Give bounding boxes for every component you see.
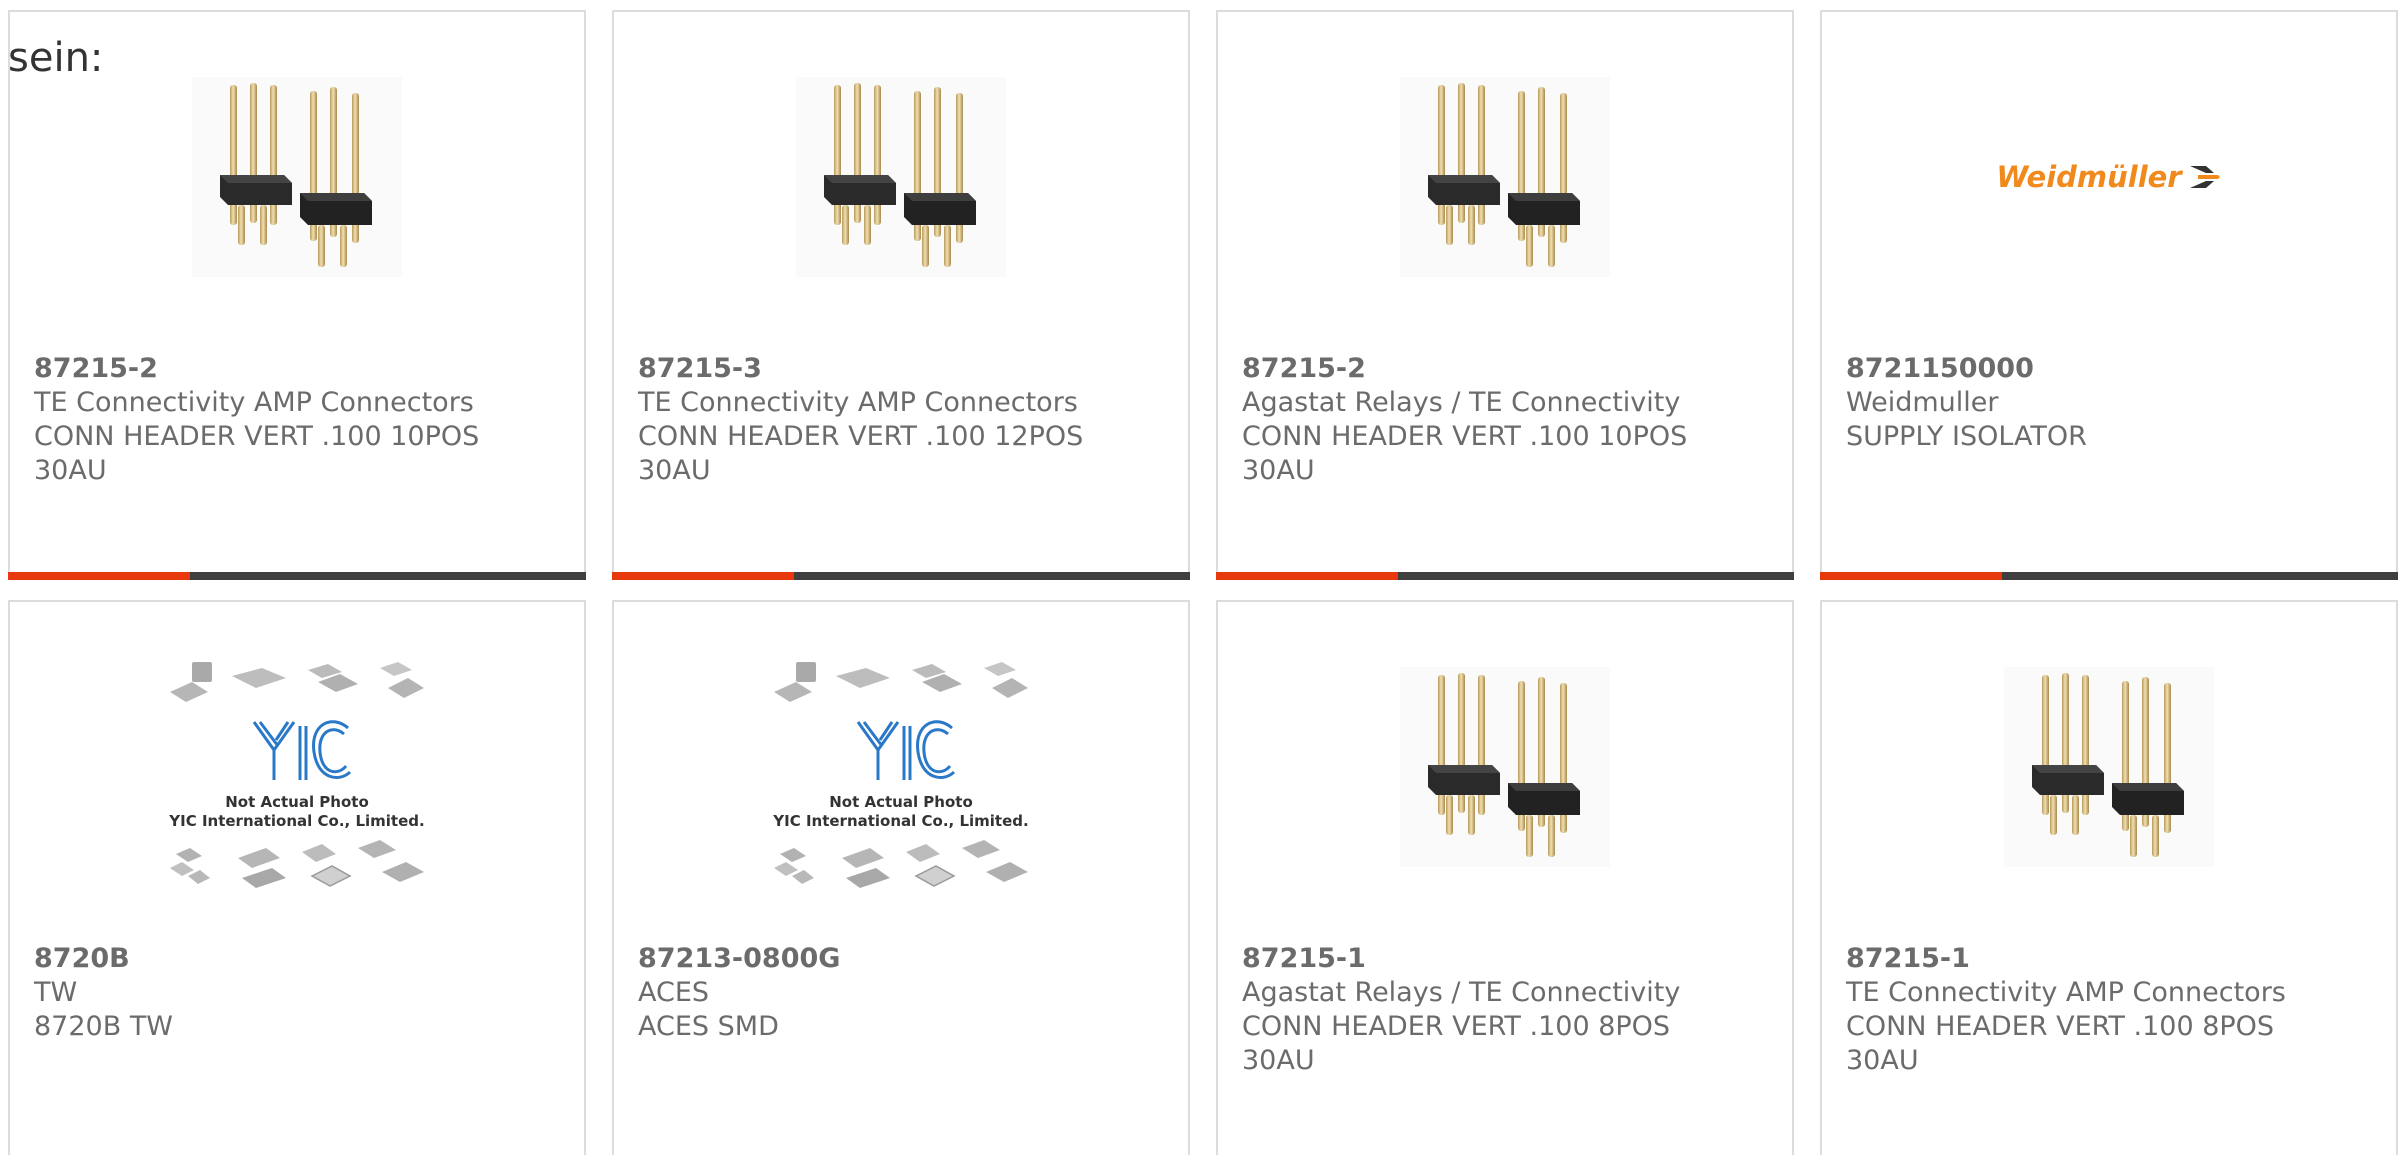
product-image[interactable] xyxy=(614,12,1188,342)
product-card[interactable]: 87215-3 TE Connectivity AMP Connectors C… xyxy=(612,10,1190,580)
description-cont: 30AU xyxy=(1242,1045,1315,1076)
description: SUPPLY ISOLATOR xyxy=(1846,421,2087,452)
card-bottom-bar xyxy=(1820,572,2398,580)
manufacturer: TE Connectivity AMP Connectors xyxy=(1846,977,2286,1008)
placeholder-line1: Not Actual Photo xyxy=(829,793,973,811)
product-card[interactable]: Weidmüller 8721150000 Weidmuller SUPPLY … xyxy=(1820,10,2398,580)
pin-header-image xyxy=(796,77,1006,277)
description: CONN HEADER VERT .100 12POS xyxy=(638,421,1084,452)
product-card[interactable]: Not Actual Photo YIC International Co., … xyxy=(612,600,1190,1155)
part-number[interactable]: 87213-0800G xyxy=(638,942,1168,976)
description-cont: 30AU xyxy=(1846,1045,1919,1076)
placeholder-line1: Not Actual Photo xyxy=(225,793,369,811)
part-number[interactable]: 87215-1 xyxy=(1846,942,2376,976)
card-bottom-bar xyxy=(8,572,586,580)
weidmuller-logo: Weidmüller xyxy=(1996,160,2221,194)
pin-header-image xyxy=(1400,77,1610,277)
card-bottom-bar xyxy=(612,572,1190,580)
pin-header-image xyxy=(192,77,402,277)
product-image[interactable]: Not Actual Photo YIC International Co., … xyxy=(614,602,1188,932)
card-accent xyxy=(1820,572,2002,580)
manufacturer: TE Connectivity AMP Connectors xyxy=(638,387,1078,418)
description: ACES SMD xyxy=(638,1011,779,1042)
yic-placeholder-image: Not Actual Photo YIC International Co., … xyxy=(772,662,1030,890)
description: CONN HEADER VERT .100 10POS xyxy=(1242,421,1688,452)
description-cont: 30AU xyxy=(34,455,107,486)
intro-text: sein: xyxy=(8,35,104,81)
product-image[interactable]: Weidmüller xyxy=(1822,12,2396,342)
product-card[interactable]: 87215-2 Agastat Relays / TE Connectivity… xyxy=(1216,10,1794,580)
part-number[interactable]: 87215-2 xyxy=(1242,352,1772,386)
card-accent xyxy=(8,572,190,580)
description-cont: 30AU xyxy=(1242,455,1315,486)
product-image[interactable] xyxy=(1218,12,1792,342)
description: 8720B TW xyxy=(34,1011,174,1042)
part-number[interactable]: 87215-1 xyxy=(1242,942,1772,976)
weidmuller-logo-mark xyxy=(2189,166,2220,188)
card-accent xyxy=(1216,572,1398,580)
card-accent xyxy=(612,572,794,580)
product-image[interactable]: Not Actual Photo YIC International Co., … xyxy=(10,602,584,932)
product-image[interactable] xyxy=(1822,602,2396,932)
description-cont: 30AU xyxy=(638,455,711,486)
card-bottom-bar xyxy=(1216,572,1794,580)
manufacturer: TE Connectivity AMP Connectors xyxy=(34,387,474,418)
product-image[interactable] xyxy=(1218,602,1792,932)
manufacturer: Agastat Relays / TE Connectivity xyxy=(1242,387,1681,418)
placeholder-line2: YIC International Co., Limited. xyxy=(772,812,1028,830)
product-card[interactable]: 87215-2 TE Connectivity AMP Connectors C… xyxy=(8,10,586,580)
yic-placeholder-image: Not Actual Photo YIC International Co., … xyxy=(168,662,426,890)
description: CONN HEADER VERT .100 10POS xyxy=(34,421,480,452)
part-number[interactable]: 87215-3 xyxy=(638,352,1168,386)
manufacturer: Weidmuller xyxy=(1846,387,1999,418)
part-number[interactable]: 8720B xyxy=(34,942,564,976)
pin-header-image xyxy=(2004,667,2214,867)
manufacturer: TW xyxy=(34,977,78,1008)
manufacturer: ACES xyxy=(638,977,710,1008)
description: CONN HEADER VERT .100 8POS xyxy=(1242,1011,1671,1042)
pin-header-image xyxy=(1400,667,1610,867)
product-grid-page: sein: 87215-2 TE Connectivity AMP Connec… xyxy=(0,0,2400,1155)
part-number[interactable]: 8721150000 xyxy=(1846,352,2376,386)
product-card[interactable]: 87215-1 TE Connectivity AMP Connectors C… xyxy=(1820,600,2398,1155)
placeholder-line2: YIC International Co., Limited. xyxy=(168,812,424,830)
product-card[interactable]: Not Actual Photo YIC International Co., … xyxy=(8,600,586,1155)
description: CONN HEADER VERT .100 8POS xyxy=(1846,1011,2275,1042)
part-number[interactable]: 87215-2 xyxy=(34,352,564,386)
product-card[interactable]: 87215-1 Agastat Relays / TE Connectivity… xyxy=(1216,600,1794,1155)
weidmuller-logo-text: Weidmüller xyxy=(1996,160,2182,194)
manufacturer: Agastat Relays / TE Connectivity xyxy=(1242,977,1681,1008)
